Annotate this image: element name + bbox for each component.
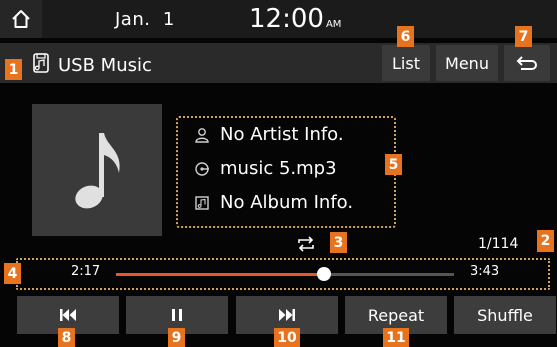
total-time: 3:43 [470, 264, 500, 279]
track-info-panel: No Artist Info. music 5.mp3 No Album Inf… [176, 116, 396, 228]
next-icon [279, 309, 295, 321]
back-button[interactable] [504, 45, 550, 81]
artist-icon [190, 127, 214, 143]
track-counter: 1/114 [478, 236, 519, 252]
elapsed-time: 2:17 [71, 264, 101, 279]
seek-bar-fill [116, 273, 324, 276]
song-title-text: music 5.mp3 [220, 158, 337, 179]
song-icon [190, 161, 214, 177]
media-screen: Jan. 1 12:00 AM USB Music List Menu No Ar… [0, 0, 557, 347]
seek-bar-handle[interactable] [316, 267, 331, 281]
menu-button[interactable]: Menu [436, 45, 498, 81]
callout-marker-1: 1 [5, 59, 22, 80]
callout-marker-11: 11 [383, 328, 409, 347]
callout-marker-7: 7 [515, 26, 532, 47]
callout-marker-3: 3 [330, 232, 347, 253]
callout-marker-5: 5 [385, 154, 402, 175]
artist-row: No Artist Info. [190, 124, 344, 145]
callout-marker-10: 10 [274, 328, 300, 347]
previous-icon [60, 309, 76, 321]
time-label: 12:00 [249, 4, 324, 34]
seek-bar[interactable] [116, 267, 454, 281]
album-text: No Album Info. [220, 192, 354, 213]
title-row: music 5.mp3 [190, 158, 337, 179]
repeat-icon [298, 236, 314, 252]
callout-marker-9: 9 [168, 328, 185, 347]
pause-icon [172, 309, 182, 321]
album-icon [190, 195, 214, 211]
album-row: No Album Info. [190, 192, 353, 213]
album-art [32, 104, 162, 236]
callout-marker-8: 8 [58, 328, 75, 347]
usb-music-icon [33, 53, 49, 73]
home-button[interactable] [0, 0, 42, 38]
callout-marker-2: 2 [537, 230, 554, 252]
home-icon [12, 10, 30, 28]
source-title: USB Music [58, 55, 152, 76]
music-note-icon [75, 133, 120, 209]
list-button[interactable]: List [382, 45, 430, 81]
callout-marker-6: 6 [397, 26, 414, 47]
ampm-label: AM [325, 19, 342, 30]
shuffle-button[interactable]: Shuffle [454, 296, 556, 334]
back-icon [516, 56, 537, 70]
clock: 12:00 AM [249, 4, 341, 34]
artist-text: No Artist Info. [220, 124, 344, 145]
callout-marker-4: 4 [4, 263, 21, 284]
date-label: Jan. 1 [115, 9, 175, 30]
